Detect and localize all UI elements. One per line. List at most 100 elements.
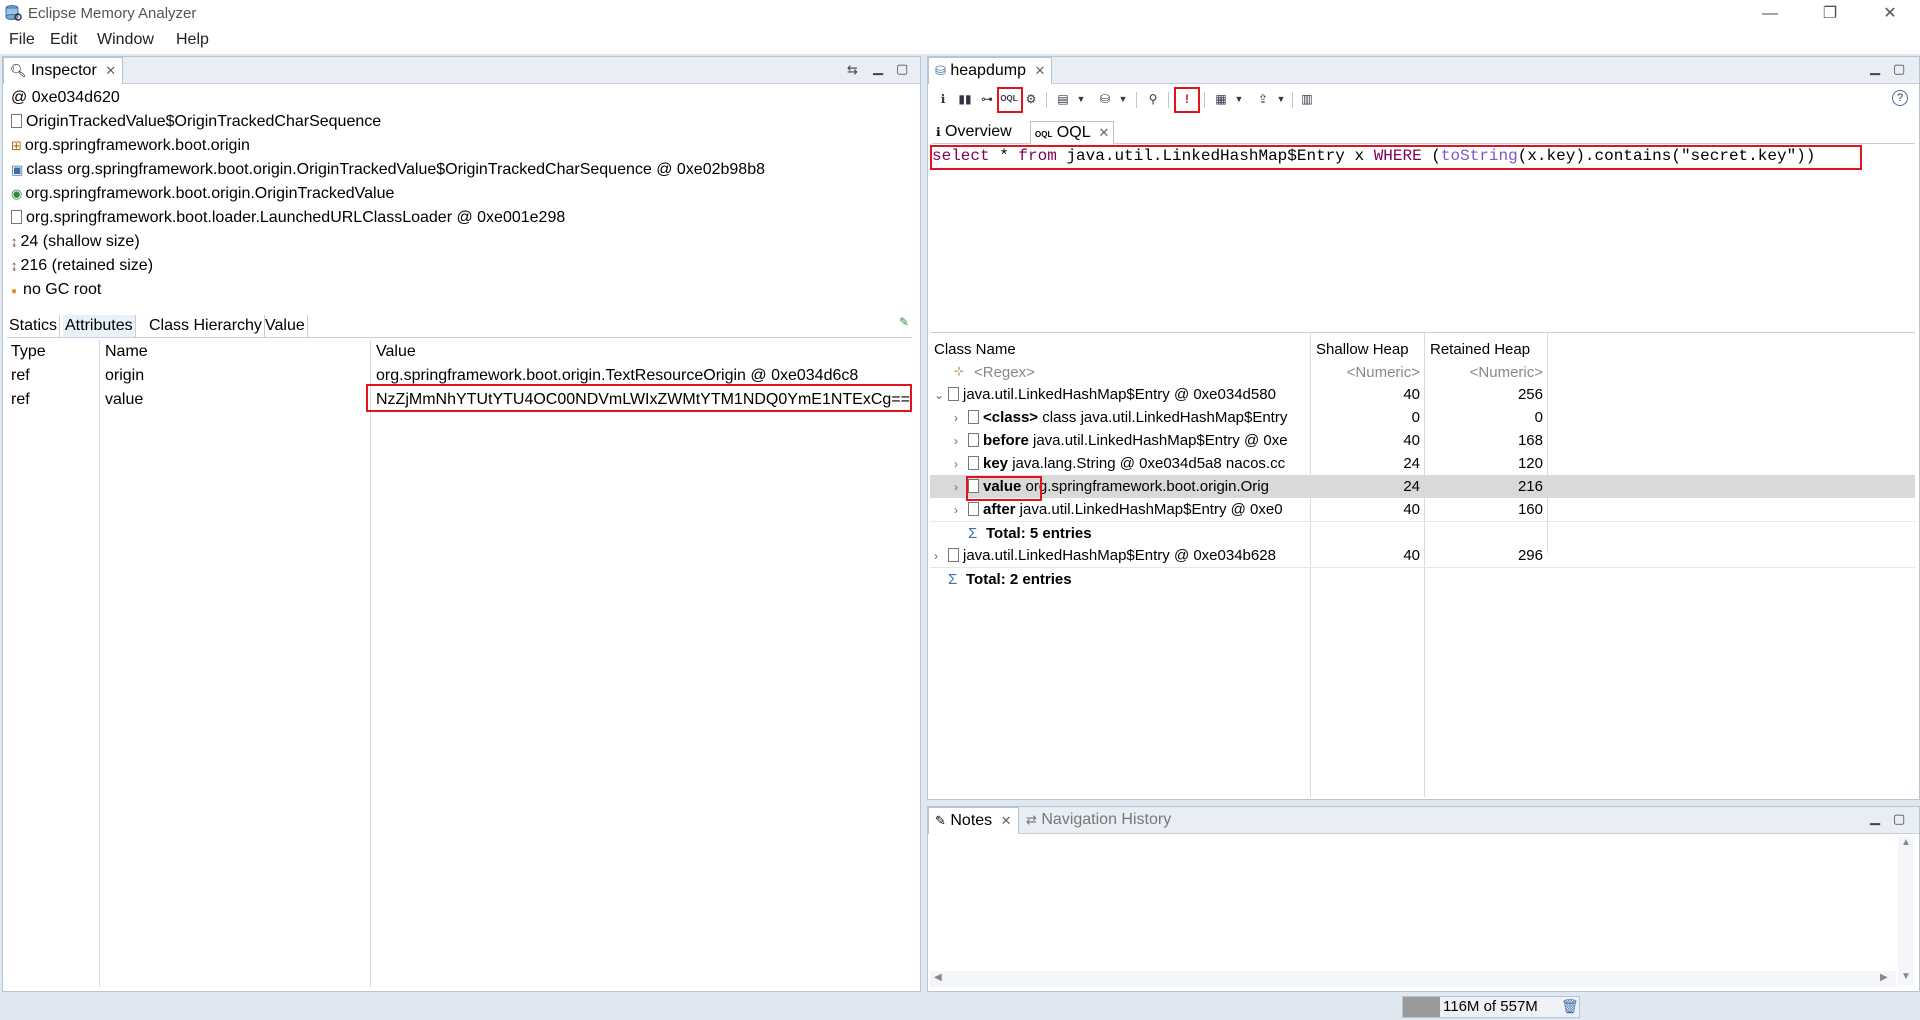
column-value[interactable]: Value (370, 340, 916, 364)
tab-statics[interactable]: Statics (7, 315, 61, 337)
size-icon: ↨ (11, 258, 18, 273)
dominator-tree-icon[interactable]: ⊶ (978, 90, 996, 108)
vertical-scrollbar[interactable]: ▲ ▼ (1898, 837, 1914, 985)
inspector-icon: 🔍︎ (10, 63, 27, 78)
tab-overview[interactable]: ℹ Overview (932, 121, 1016, 143)
thread-overview-icon[interactable]: ⚙ (1022, 90, 1040, 108)
menu-edit[interactable]: Edit (50, 31, 78, 49)
tab-oql[interactable]: OQL OQL ✕ (1030, 121, 1115, 144)
scroll-down-icon[interactable]: ▼ (1901, 971, 1911, 982)
column-type[interactable]: Type (5, 340, 99, 364)
close-button[interactable]: ✕ (1860, 0, 1920, 28)
horizontal-scrollbar[interactable]: ◀ ▶ (930, 971, 1896, 987)
object-label: java.util.LinkedHashMap$Entry @ 0xe034d5… (963, 386, 1276, 403)
maximize-view-icon[interactable]: ▢ (1893, 61, 1905, 77)
tab-notes[interactable]: ✎ Notes ✕ (928, 807, 1019, 834)
numeric-filter-retained[interactable]: <Numeric> (1426, 364, 1543, 381)
object-icon (968, 456, 979, 470)
heapdump-toolbar: ℹ ▮▮ ⊶ OQL ⚙ ▤ ▼ ⛁ ▼ ⚲ ! ▦ ▼ ⇪ ▼ ▥ ? (934, 87, 1914, 113)
scroll-left-icon[interactable]: ◀ (934, 972, 942, 983)
heap-status[interactable]: 116M of 557M 🗑︎ (1402, 996, 1580, 1018)
scroll-up-icon[interactable]: ▲ (1901, 837, 1911, 848)
inspector-tabbar: 🔍︎ Inspector ✕ ⇆ ▁ ▢ (3, 57, 920, 84)
trash-icon[interactable]: 🗑︎ (1561, 998, 1579, 1015)
column-shallow-heap[interactable]: Shallow Heap (1316, 341, 1409, 358)
close-icon[interactable]: ✕ (1098, 125, 1109, 140)
oql-query-editor[interactable]: select * from java.util.LinkedHashMap$En… (930, 145, 1915, 330)
table-row[interactable]: Σ Total: 2 entries (930, 567, 1915, 591)
close-icon[interactable]: ✕ (105, 63, 116, 78)
column-class-name[interactable]: Class Name (934, 341, 1016, 358)
pin-icon[interactable]: ✎ (899, 315, 909, 329)
chevron-down-icon[interactable]: ▼ (1230, 90, 1248, 108)
window-title: Eclipse Memory Analyzer (28, 5, 197, 22)
chevron-down-icon[interactable]: ▼ (1114, 90, 1132, 108)
chevron-right-icon[interactable]: › (954, 434, 968, 448)
regex-filter[interactable]: <Regex> (974, 364, 1035, 381)
tab-notes-label: Notes (950, 812, 993, 829)
object-label: org.springframework.boot.origin.Orig (1021, 478, 1269, 495)
sync-icon[interactable]: ⇆ (847, 62, 858, 78)
heap-usage-bar (1403, 997, 1440, 1017)
query-browser-icon[interactable]: ⛁ (1096, 90, 1114, 108)
restore-button[interactable]: ❐ (1800, 0, 1860, 28)
chevron-down-icon[interactable]: ⌄ (934, 388, 948, 402)
run-report-icon[interactable]: ▤ (1054, 90, 1072, 108)
scroll-right-icon[interactable]: ▶ (1880, 972, 1888, 983)
column-retained-heap[interactable]: Retained Heap (1430, 341, 1530, 358)
chevron-down-icon[interactable]: ▼ (1072, 90, 1090, 108)
minimize-view-icon[interactable]: ▁ (1870, 810, 1880, 826)
histogram-icon[interactable]: ▮▮ (956, 90, 974, 108)
menu-file[interactable]: File (9, 31, 35, 49)
close-icon[interactable]: ✕ (1001, 813, 1012, 828)
table-row[interactable]: Σ Total: 5 entries (930, 521, 1915, 545)
table-row[interactable]: › after java.util.LinkedHashMap$Entry @ 0… (930, 498, 1915, 521)
table-row[interactable]: ⌄ java.util.LinkedHashMap$Entry @ 0xe034d… (930, 383, 1915, 406)
export-icon[interactable]: ⇪ (1254, 90, 1272, 108)
superclass-icon: ◉ (11, 186, 23, 201)
maximize-view-icon[interactable]: ▢ (1893, 811, 1905, 827)
tab-inspector[interactable]: 🔍︎ Inspector ✕ (3, 57, 124, 84)
minimize-button[interactable]: — (1740, 0, 1800, 28)
notes-panel: ✎ Notes ✕ ⇄ Navigation History ▁ ▢ ▲ ▼ ◀… (927, 806, 1920, 992)
cell-class-name: › java.util.LinkedHashMap$Entry @ 0xe034b… (934, 547, 1306, 564)
table-row[interactable]: › key java.lang.String @ 0xe034d5a8 nacos… (930, 452, 1915, 475)
cell-retained-heap: 216 (1517, 478, 1543, 495)
chevron-right-icon[interactable]: › (954, 457, 968, 471)
table-row[interactable]: › <class> class java.util.LinkedHashMap$E… (930, 406, 1915, 429)
column-name[interactable]: Name (99, 340, 370, 364)
notes-textarea[interactable] (930, 837, 1898, 973)
menu-help[interactable]: Help (176, 31, 209, 49)
cell-retained-heap: 296 (1517, 547, 1543, 564)
columns-icon[interactable]: ▦ (1212, 90, 1230, 108)
inspector-gc-root: ● no GC root (11, 281, 102, 298)
close-icon[interactable]: ✕ (1034, 63, 1045, 78)
chevron-right-icon[interactable]: › (954, 411, 968, 425)
info-icon[interactable]: ℹ (934, 90, 952, 108)
notes-icon: ✎ (935, 813, 946, 828)
chevron-down-icon[interactable]: ▼ (1272, 90, 1290, 108)
tab-value[interactable]: Value (263, 315, 308, 337)
chevron-right-icon[interactable]: › (954, 503, 968, 517)
help-icon[interactable]: ? (1892, 90, 1908, 106)
table-row[interactable]: › value org.springframework.boot.origin.O… (930, 475, 1915, 498)
object-icon (968, 410, 979, 424)
field-name: Total: 2 entries (966, 571, 1072, 588)
minimize-view-icon[interactable]: ▁ (873, 60, 883, 76)
table-row[interactable]: › before java.util.LinkedHashMap$Entry @ … (930, 429, 1915, 452)
menu-window[interactable]: Window (97, 31, 154, 49)
tab-heapdump[interactable]: ⛁ heapdump ✕ (928, 57, 1053, 84)
tab-class-hierarchy[interactable]: Class Hierarchy (147, 315, 265, 337)
search-icon[interactable]: ⚲ (1144, 90, 1162, 108)
tab-attributes[interactable]: Attributes (63, 315, 136, 337)
field-name: Total: 5 entries (986, 525, 1092, 542)
numeric-filter-shallow[interactable]: <Numeric> (1312, 364, 1420, 381)
object-icon (11, 114, 22, 128)
chevron-right-icon[interactable]: › (934, 549, 948, 563)
inspector-superclass: ◉ org.springframework.boot.origin.OriginT… (11, 185, 395, 202)
minimize-view-icon[interactable]: ▁ (1870, 60, 1880, 76)
calculate-retained-icon[interactable]: ▥ (1298, 90, 1316, 108)
table-row[interactable]: › java.util.LinkedHashMap$Entry @ 0xe034b… (930, 544, 1915, 567)
maximize-view-icon[interactable]: ▢ (896, 61, 908, 77)
tab-navigation-history[interactable]: ⇄ Navigation History (1020, 807, 1177, 833)
